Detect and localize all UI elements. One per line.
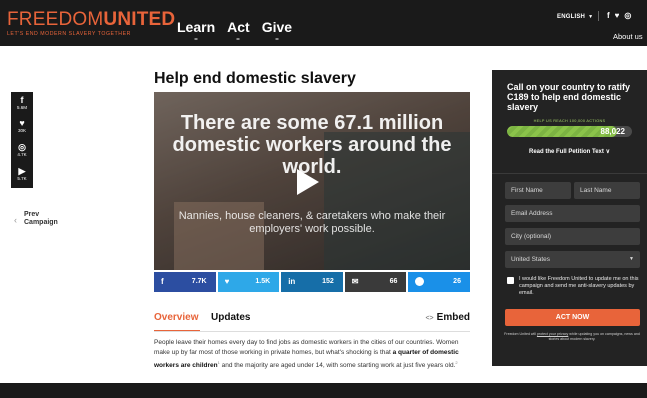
rail-facebook[interactable]: f 5.6M: [11, 95, 33, 111]
share-bar: f 7.7K ♥ 1.5K in 152 ✉ 66 26: [154, 272, 470, 292]
linkedin-icon: in: [288, 277, 296, 286]
tab-overview[interactable]: Overview: [154, 312, 198, 323]
chevron-down-icon: ▼: [629, 256, 634, 262]
social-follow-rail: f 5.6M ♥ 30K ◎ 4.7K ▶ 5.7K: [11, 92, 33, 188]
facebook-icon: f: [161, 277, 164, 286]
youtube-icon: ▶: [18, 166, 26, 176]
progress-bar: 88,022: [507, 126, 632, 137]
content-tabs: Overview Updates <> Embed: [154, 312, 470, 332]
follower-count: 30K: [17, 128, 26, 133]
mail-icon: ✉: [351, 277, 359, 286]
twitter-icon: ♥: [19, 118, 25, 128]
share-count: 7.7K: [191, 278, 207, 285]
city-field[interactable]: City (optional): [505, 228, 640, 245]
privacy-link[interactable]: protect your privacy: [537, 332, 568, 336]
nav-learn-label: Learn: [177, 19, 216, 35]
divider: [154, 331, 470, 332]
about-us-link[interactable]: About us: [613, 32, 643, 41]
share-twitter-button[interactable]: ♥ 1.5K: [217, 272, 280, 292]
last-name-field[interactable]: Last Name: [574, 182, 640, 199]
rail-twitter[interactable]: ♥ 30K: [11, 118, 33, 134]
first-name-field[interactable]: First Name: [505, 182, 571, 199]
caret-icon: [275, 38, 279, 40]
campaign-description: People leave their homes every day to fi…: [154, 338, 472, 371]
rail-instagram[interactable]: ◎ 4.7K: [11, 142, 33, 158]
share-facebook-button[interactable]: f 7.7K: [154, 272, 216, 292]
language-selector[interactable]: ENGLISH ▼: [557, 14, 593, 20]
chevron-down-icon: ▼: [588, 14, 594, 20]
nav-give-label: Give: [261, 19, 293, 35]
chevron-down-icon: ∨: [605, 149, 610, 155]
share-count: 1.5K: [255, 278, 271, 285]
share-count: 152: [322, 278, 334, 285]
instagram-icon[interactable]: ◎: [624, 11, 631, 20]
country-select[interactable]: United States ▼: [505, 251, 640, 268]
description-text: and the majority are aged under 14, with…: [219, 362, 456, 370]
logo-bold-text: UNITED: [103, 9, 176, 30]
share-count: 66: [389, 278, 398, 285]
read-petition-label: Read the Full Petition Text: [529, 149, 604, 155]
share-linkedin-button[interactable]: in 152: [281, 272, 343, 292]
share-messenger-button[interactable]: 26: [408, 272, 470, 292]
embed-button[interactable]: <> Embed: [425, 312, 470, 323]
nav-act-label: Act: [227, 19, 250, 35]
tab-updates[interactable]: Updates: [211, 312, 250, 323]
code-icon: <>: [425, 315, 434, 322]
language-label: ENGLISH: [557, 14, 586, 20]
logo-light-text: FREEDOM: [7, 9, 104, 30]
progress-count: 88,022: [600, 127, 625, 136]
page-title: Help end domestic slavery: [154, 70, 356, 87]
share-count: 26: [453, 278, 461, 285]
email-field[interactable]: Email Address: [505, 205, 640, 222]
prev-campaign-label: Prev Campaign: [24, 211, 58, 226]
follower-count: 5.7K: [17, 176, 27, 181]
header-social-links: f ♥ ◎: [598, 11, 631, 21]
facebook-icon: f: [20, 95, 24, 105]
main-nav: Learn Act Give: [177, 19, 293, 40]
read-petition-link[interactable]: Read the Full Petition Text ∨: [492, 148, 647, 155]
instagram-icon: ◎: [18, 142, 26, 152]
petition-panel: Call on your country to ratify C189 to h…: [492, 70, 647, 366]
embed-label: Embed: [436, 312, 470, 323]
email-consent-checkbox[interactable]: [507, 277, 514, 284]
rail-youtube[interactable]: ▶ 5.7K: [11, 166, 33, 182]
chevron-left-icon: ‹: [14, 215, 17, 225]
share-email-button[interactable]: ✉ 66: [344, 272, 407, 292]
twitter-icon: ♥: [224, 277, 230, 286]
email-consent-label: I would like Freedom United to update me…: [519, 276, 639, 296]
site-header: FREEDOMUNITED LET'S END MODERN SLAVERY T…: [0, 0, 647, 46]
nav-act[interactable]: Act: [227, 19, 250, 40]
twitter-icon[interactable]: ♥: [615, 11, 620, 20]
progress-caption: HELP US REACH 100,000 ACTIONS: [533, 119, 606, 123]
country-value: United States: [511, 256, 551, 263]
nav-give[interactable]: Give: [261, 19, 293, 40]
nav-learn[interactable]: Learn: [177, 19, 216, 40]
campaign-video[interactable]: There are some 67.1 million domestic wor…: [154, 92, 470, 270]
caret-icon: [194, 38, 198, 40]
logo-tagline: LET'S END MODERN SLAVERY TOGETHER: [7, 31, 131, 37]
divider: [598, 11, 599, 21]
play-icon[interactable]: [297, 169, 319, 195]
messenger-icon: [415, 277, 425, 286]
privacy-notice: Freedom United will protect your privacy…: [504, 332, 640, 341]
follower-count: 4.7K: [17, 152, 27, 157]
follower-count: 5.6M: [16, 105, 27, 110]
act-now-button[interactable]: ACT NOW: [505, 309, 640, 326]
divider: [492, 173, 647, 174]
caret-icon: [236, 38, 240, 40]
video-subline: Nannies, house cleaners, & caretakers wh…: [178, 210, 446, 235]
petition-title: Call on your country to ratify C189 to h…: [507, 82, 631, 112]
footer: [0, 383, 647, 398]
footnote-ref[interactable]: 2: [455, 360, 457, 365]
facebook-icon[interactable]: f: [607, 11, 610, 20]
site-logo[interactable]: FREEDOMUNITED LET'S END MODERN SLAVERY T…: [7, 10, 175, 37]
